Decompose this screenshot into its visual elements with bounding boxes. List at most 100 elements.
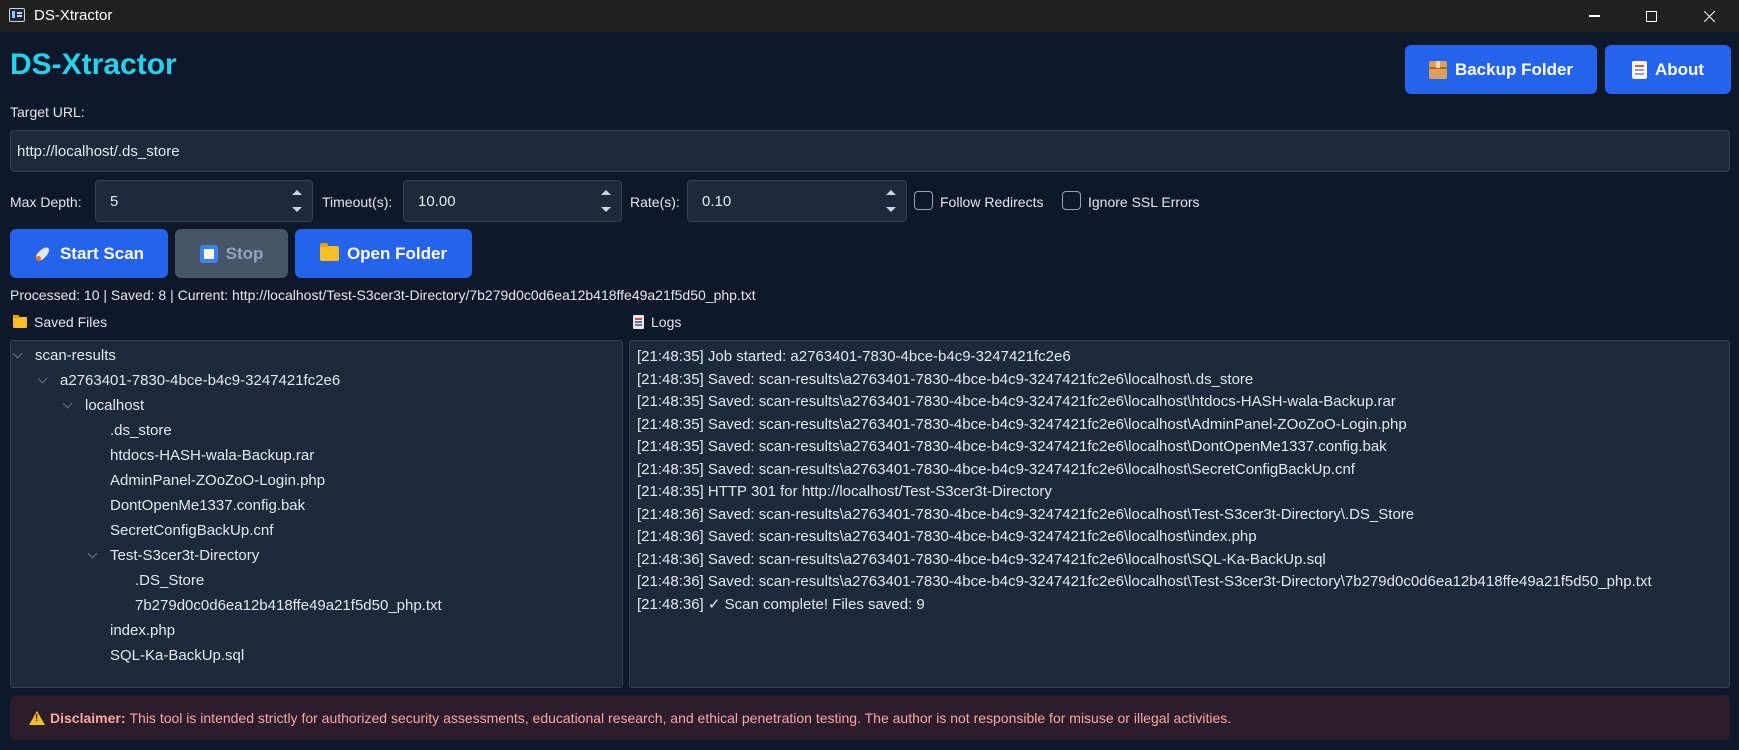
log-line: [21:48:35] HTTP 301 for http://localhost… (637, 483, 1052, 500)
clipboard-icon (633, 315, 644, 329)
backup-folder-label: Backup Folder (1454, 59, 1574, 79)
tree-item-label: SQL-Ka-BackUp.sql (110, 647, 245, 664)
tree-item-label: Test-S3cer3t-Directory (110, 547, 260, 564)
ignore-ssl-checkbox[interactable] (1062, 191, 1081, 210)
app-window-icon (9, 8, 25, 22)
max-depth-increment[interactable] (286, 184, 308, 201)
log-line: [21:48:35] Saved: scan-results\a2763401-… (637, 393, 1396, 410)
max-depth-spinbox[interactable]: 5 (95, 180, 313, 222)
saved-files-tree[interactable]: scan-results a2763401-7830-4bce-b4c9-3247… (10, 340, 623, 688)
tree-item[interactable]: a2763401-7830-4bce-b4c9-3247421fc2e6 (37, 368, 341, 393)
chevron-down-icon[interactable] (12, 348, 23, 359)
minimize-button[interactable] (1566, 0, 1622, 32)
log-line: [21:48:35] Saved: scan-results\a2763401-… (637, 460, 1355, 478)
log-line: [21:48:36] ✓ Scan complete! Files saved:… (637, 595, 925, 613)
maximize-button[interactable] (1623, 0, 1679, 32)
log-line: [21:48:35] Saved: scan-results\a2763401-… (637, 415, 1407, 433)
rate-decrement[interactable] (880, 201, 902, 218)
follow-redirects-checkbox[interactable] (914, 191, 933, 210)
tree-item[interactable]: htdocs-HASH-wala-Backup.rar (89, 443, 314, 468)
max-depth-decrement[interactable] (286, 201, 308, 218)
tree-item[interactable]: index.php (89, 618, 175, 643)
maximize-icon (1645, 10, 1657, 22)
package-icon (1428, 60, 1447, 79)
about-label: About (1654, 59, 1705, 79)
about-button[interactable]: About (1605, 45, 1731, 94)
tree-item[interactable]: .DS_Store (114, 568, 204, 593)
ignore-ssl-label[interactable]: Ignore SSL Errors (1088, 194, 1200, 210)
tree-item[interactable]: localhost (62, 393, 144, 418)
folder-icon (319, 243, 339, 261)
log-line: [21:48:36] Saved: scan-results\a2763401-… (637, 505, 1415, 523)
open-folder-label: Open Folder (346, 243, 448, 263)
arrow-down-icon (292, 207, 302, 212)
log-line: [21:48:35] Saved: scan-results\a2763401-… (637, 438, 1387, 455)
logs-title: Logs (651, 314, 682, 330)
app-heading: DS-Xtractor (10, 48, 177, 81)
minimize-icon (1588, 15, 1600, 17)
tree-item[interactable]: AdminPanel-ZOoZoO-Login.php (89, 468, 325, 493)
arrow-down-icon (886, 207, 896, 212)
arrow-up-icon (292, 190, 302, 195)
tree-item-label: htdocs-HASH-wala-Backup.rar (110, 447, 315, 464)
folder-icon (13, 314, 27, 328)
log-line: [21:48:36] Saved: scan-results\a2763401-… (637, 528, 1257, 545)
rocket-icon (34, 245, 52, 263)
rate-increment[interactable] (880, 184, 902, 201)
tree-item[interactable]: SQL-Ka-BackUp.sql (89, 643, 244, 668)
chevron-down-icon[interactable] (37, 373, 48, 384)
disclaimer-banner: Disclaimer: This tool is intended strict… (10, 695, 1730, 740)
log-line: [21:48:35] Job started: a2763401-7830-4b… (637, 348, 1071, 365)
timeout-increment[interactable] (595, 184, 617, 201)
arrow-down-icon (601, 207, 611, 212)
max-depth-label: Max Depth: (10, 194, 82, 210)
rate-label: Rate(s): (630, 194, 680, 210)
tree-item-label: AdminPanel-ZOoZoO-Login.php (110, 472, 326, 489)
window-title: DS-Xtractor (34, 7, 113, 24)
start-scan-button[interactable]: Start Scan (10, 229, 168, 278)
tree-item-label: index.php (110, 622, 176, 639)
tree-item-label: .ds_store (110, 422, 172, 439)
stop-button[interactable]: Stop (175, 229, 288, 278)
tree-item[interactable]: 7b279d0c0d6ea12b418ffe49a21f5d50_php.txt (114, 593, 442, 618)
chevron-down-icon[interactable] (87, 548, 98, 559)
close-window-button[interactable] (1681, 0, 1737, 32)
timeout-label: Timeout(s): (322, 194, 393, 210)
log-line: [21:48:36] Saved: scan-results\a2763401-… (637, 573, 1652, 590)
max-depth-value: 5 (110, 193, 119, 210)
rate-spinbox[interactable]: 0.10 (687, 180, 907, 222)
tree-item-label: SecretConfigBackUp.cnf (110, 522, 274, 539)
timeout-decrement[interactable] (595, 201, 617, 218)
warning-icon (29, 710, 45, 725)
arrow-up-icon (601, 190, 611, 195)
log-line: [21:48:36] Saved: scan-results\a2763401-… (637, 550, 1326, 568)
logs-panel[interactable]: [21:48:35] Job started: a2763401-7830-4b… (629, 340, 1730, 688)
tree-item-label: .DS_Store (135, 572, 205, 589)
start-scan-label: Start Scan (59, 243, 145, 263)
tree-item[interactable]: .ds_store (89, 418, 172, 443)
close-icon (1703, 10, 1716, 23)
tree-item-label: DontOpenMe1337.config.bak (110, 497, 306, 514)
tree-item-label: 7b279d0c0d6ea12b418ffe49a21f5d50_php.txt (135, 597, 442, 614)
follow-redirects-label[interactable]: Follow Redirects (940, 194, 1043, 210)
backup-folder-button[interactable]: Backup Folder (1405, 45, 1597, 94)
tree-item[interactable]: DontOpenMe1337.config.bak (89, 493, 305, 518)
scan-status-text: Processed: 10 | Saved: 8 | Current: http… (10, 287, 756, 303)
stop-icon (199, 244, 218, 263)
saved-files-heading: Saved Files (13, 314, 107, 330)
timeout-spinbox[interactable]: 10.00 (403, 180, 622, 222)
disclaimer-text: This tool is intended strictly for autho… (129, 709, 1232, 726)
tree-item-label: a2763401-7830-4bce-b4c9-3247421fc2e6 (60, 372, 341, 389)
log-line: [21:48:35] Saved: scan-results\a2763401-… (637, 370, 1254, 388)
stop-label: Stop (225, 243, 264, 263)
document-icon (1631, 60, 1647, 79)
tree-item[interactable]: SecretConfigBackUp.cnf (89, 518, 273, 543)
window-titlebar: DS-Xtractor (0, 0, 1739, 32)
open-folder-button[interactable]: Open Folder (295, 229, 472, 278)
disclaimer-heading: Disclaimer: (50, 709, 126, 726)
tree-item[interactable]: scan-results (12, 343, 116, 368)
tree-item-label: scan-results (35, 347, 116, 364)
target-url-input[interactable] (10, 130, 1730, 172)
chevron-down-icon[interactable] (62, 398, 73, 409)
tree-item[interactable]: Test-S3cer3t-Directory (87, 543, 260, 568)
